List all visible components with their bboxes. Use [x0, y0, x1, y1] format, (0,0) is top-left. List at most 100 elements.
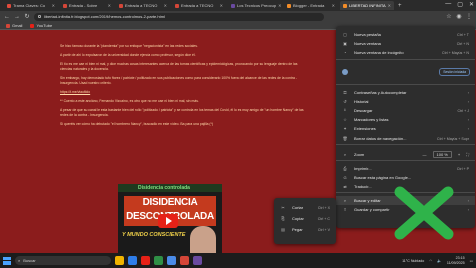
menu-item-zoom[interactable]: ⌕ Zoom — 100 % + ⛶ — [336, 150, 475, 159]
video-subtitle: Y MUNDO CONSCIENTE — [122, 232, 186, 238]
submenu-item-cortar[interactable]: ✂ Cortar Ctrl + X — [274, 203, 336, 212]
bookmark-gmail[interactable]: Gmail — [6, 23, 22, 28]
taskbar-app-icon[interactable] — [115, 256, 124, 265]
menu-separator — [336, 160, 475, 161]
menu-item-shortcut: Ctrl + J — [457, 108, 469, 113]
taskbar-search[interactable]: ⌕ Buscar — [15, 256, 111, 265]
bookmark-youtube[interactable]: YouTube — [30, 23, 52, 28]
forward-icon[interactable]: → — [14, 14, 20, 20]
fullscreen-icon[interactable]: ⛶ — [466, 152, 469, 157]
menu-item-icon: ⌕ — [343, 152, 347, 157]
menu-item-icon: ☆ — [343, 117, 347, 122]
menu-item-buscar-esta-p-gina-en-google[interactable]: G Buscar esta página en Google... — [336, 173, 475, 182]
menu-kebab-icon[interactable]: ⋮ — [466, 13, 472, 20]
menu-item-descargar[interactable]: ⭳ Descargar Ctrl + J — [336, 106, 475, 115]
article-paragraph: El tío es me cae ni bien ni mal, y dice … — [60, 62, 298, 71]
menu-item-label: Borrar datos de navegación... — [354, 136, 407, 141]
tab-label: Entrada a TECNO — [181, 3, 214, 8]
taskbar-app-icon[interactable] — [180, 256, 189, 265]
menu-item-label: Extensiones — [354, 126, 376, 131]
tab-5[interactable]: Los Tecnicos Preocup ✕ — [228, 1, 282, 10]
menu-profile-row: Sesión iniciada — [342, 67, 470, 77]
zoom-in-button[interactable]: + — [458, 152, 460, 157]
taskbar-app-icon[interactable] — [167, 256, 176, 265]
article-link[interactable]: https://t.me/vlaultido — [60, 90, 305, 95]
menu-item-icon: ▣ — [343, 41, 347, 46]
volume-icon[interactable]: 🔈 — [437, 259, 441, 263]
taskbar-apps — [115, 256, 202, 265]
taskbar-app-icon[interactable] — [193, 256, 202, 265]
menu-item-shortcut: Ctrl + T — [457, 32, 469, 37]
tab-close-icon[interactable]: ✕ — [220, 3, 223, 8]
menu-item-icon: ⭳ — [344, 107, 346, 112]
close-icon[interactable]: ✕ — [469, 1, 474, 8]
menu-item-icon: ⇄ — [343, 184, 347, 189]
notifications-icon[interactable]: ▭ — [470, 259, 473, 263]
maximize-icon[interactable]: ▢ — [457, 1, 463, 8]
article-paragraph: A pesar de que su canal le esta bastante… — [60, 108, 304, 117]
article-paragraph: Si queréis ver cómo ha debutado "el homb… — [60, 122, 214, 126]
menu-separator — [336, 59, 475, 60]
tab-4[interactable]: Entrada a TECNO ✕ — [172, 1, 226, 10]
clock[interactable]: 23:15 11/09/2025 — [447, 256, 465, 265]
start-icon[interactable] — [3, 256, 11, 265]
minimize-icon[interactable]: — — [445, 1, 451, 8]
site-info-icon[interactable] — [38, 15, 41, 18]
article-paragraph: A partir de ahí lo expulsaron de la univ… — [60, 53, 196, 57]
article-paragraph: ** Cuento a este anciáno, Fernando Vizca… — [60, 99, 199, 103]
address-url: libertad-infinita.fr.blogspot.com/2019/h… — [44, 14, 165, 19]
tab-close-icon[interactable]: ✕ — [332, 3, 335, 8]
menu-item-shortcut: › — [467, 207, 469, 212]
menu-item-nueva-ventana-de-inc-gnito[interactable]: ◔ Nueva ventana de incógnito Ctrl + Mayús … — [336, 48, 475, 57]
menu-item-extensiones[interactable]: ✦ Extensiones › — [336, 124, 475, 133]
menu-item-nueva-pesta-a[interactable]: ▢ Nueva pestaña Ctrl + T — [336, 30, 475, 39]
menu-item-marcadores-y-listas[interactable]: ☆ Marcadores y listas › — [336, 115, 475, 124]
bookmark-label: Gmail — [12, 23, 23, 28]
reload-icon[interactable]: ↻ — [24, 13, 30, 20]
tab-3[interactable]: Entrada a TECNO ✕ — [116, 1, 170, 10]
video-channel: Disidencia controlada — [118, 184, 222, 192]
tab-7[interactable]: LIBERTAD INFINITA ✕ — [340, 1, 394, 10]
profile-icon[interactable]: ◉ — [456, 13, 462, 20]
address-bar[interactable]: libertad-infinita.fr.blogspot.com/2019/h… — [34, 12, 324, 21]
wifi-icon[interactable]: ◠ — [429, 259, 432, 263]
tab-1[interactable]: Trama Claves: Co ✕ — [4, 1, 58, 10]
taskbar-app-icon[interactable] — [128, 256, 137, 265]
menu-item-borrar-datos-de-navegaci-n[interactable]: 🗑 Borrar datos de navegación... Ctrl + May… — [336, 134, 475, 143]
menu-item-contrase-as-y-autocompletar[interactable]: ⚿ Contraseñas y Autocompletar › — [336, 88, 475, 97]
tab-close-icon[interactable]: ✕ — [164, 3, 167, 8]
menu-item-imprimir[interactable]: ⎙ Imprimir... Ctrl + P — [336, 164, 475, 173]
menu-item-shortcut: › — [467, 117, 469, 122]
tab-2[interactable]: Entrada - Sobre ✕ — [60, 1, 114, 10]
menu-item-label: Nueva ventana — [354, 41, 381, 46]
bookmark-star-icon[interactable]: ☆ — [446, 13, 452, 20]
submenu-item-label: Copiar — [292, 216, 304, 221]
tab-label: Entrada a TECNO — [125, 3, 158, 8]
tab-close-icon[interactable]: ✕ — [108, 3, 111, 8]
taskbar-app-icon[interactable] — [154, 256, 163, 265]
tab-close-icon[interactable]: ✕ — [52, 3, 55, 8]
play-icon[interactable] — [158, 214, 178, 228]
menu-item-nueva-ventana[interactable]: ▣ Nueva ventana Ctrl + N — [336, 39, 475, 48]
new-tab-icon[interactable]: + — [398, 3, 402, 9]
video-embed[interactable]: Disidencia controlada DISIDENCIA DESCONT… — [118, 184, 222, 254]
back-icon[interactable]: ← — [4, 14, 10, 20]
menu-item-shortcut: › — [467, 126, 469, 131]
submenu-item-copiar[interactable]: ⎘ Copiar Ctrl + C — [274, 214, 336, 223]
tab-favicon-icon — [175, 3, 179, 8]
weather-status[interactable]: 11°C Nublado — [402, 259, 424, 263]
menu-item-historial[interactable]: ↺ Historial › — [336, 97, 475, 106]
taskbar-app-icon[interactable] — [141, 256, 150, 265]
submenu-item-pegar[interactable]: ▤ Pegar Ctrl + V — [274, 225, 336, 234]
bookmark-label: YouTube — [36, 23, 53, 28]
window-controls: — ▢ ✕ — [445, 1, 474, 8]
zoom-controls: — 100 % + ⛶ — [423, 151, 469, 158]
avatar[interactable] — [342, 69, 348, 75]
zoom-out-button[interactable]: — — [423, 152, 427, 157]
tab-close-icon[interactable]: ✕ — [388, 3, 391, 8]
tab-6[interactable]: Blogger - Entrada ✕ — [284, 1, 338, 10]
tab-strip: Trama Claves: Co ✕ Entrada - Sobre ✕ Entrada… — [0, 0, 476, 11]
signed-in-button[interactable]: Sesión iniciada — [439, 68, 470, 76]
tab-close-icon[interactable]: ✕ — [278, 3, 281, 8]
menu-item-label: Descargar — [354, 108, 373, 113]
